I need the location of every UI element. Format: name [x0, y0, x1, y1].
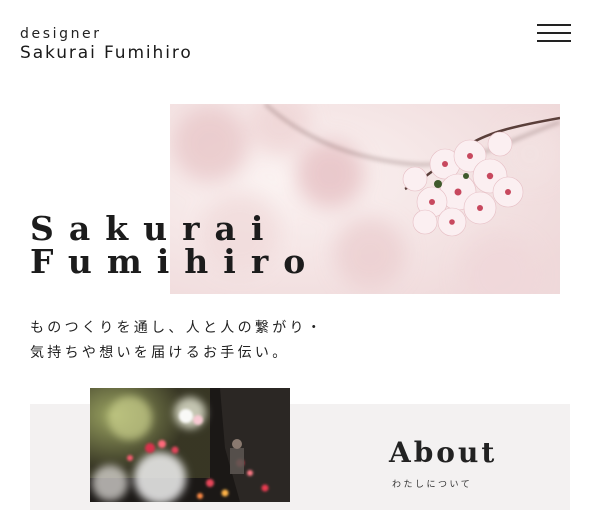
tagline: ものつくりを通し、人と人の繋がり・ 気持ちや想いを届けるお手伝い。	[30, 316, 324, 366]
tagline-line2: 気持ちや想いを届けるお手伝い。	[30, 345, 290, 361]
menu-bar-bottom	[537, 40, 571, 42]
hero-title-line1: Sakurai	[30, 209, 279, 248]
tagline-line1: ものつくりを通し、人と人の繋がり・	[30, 320, 325, 336]
about-subheading: わたしについて	[392, 480, 473, 490]
logo-name: Sakurai Fumihiro	[20, 43, 193, 63]
site-logo[interactable]: designer Sakurai Fumihiro	[20, 26, 193, 64]
about-heading[interactable]: About	[389, 438, 497, 468]
page: designer Sakurai Fumihiro Sakurai Fumihi…	[0, 0, 600, 510]
hamburger-menu-icon[interactable]	[537, 22, 571, 44]
digital-art-flowers-photo	[90, 388, 290, 502]
logo-subtitle: designer	[20, 26, 102, 42]
hero-title: Sakurai Fumihiro	[30, 212, 320, 278]
menu-bar-top	[537, 24, 571, 26]
menu-bar-middle	[537, 32, 571, 34]
about-image	[90, 388, 290, 502]
hero-title-line2: Fumihiro	[30, 242, 321, 281]
